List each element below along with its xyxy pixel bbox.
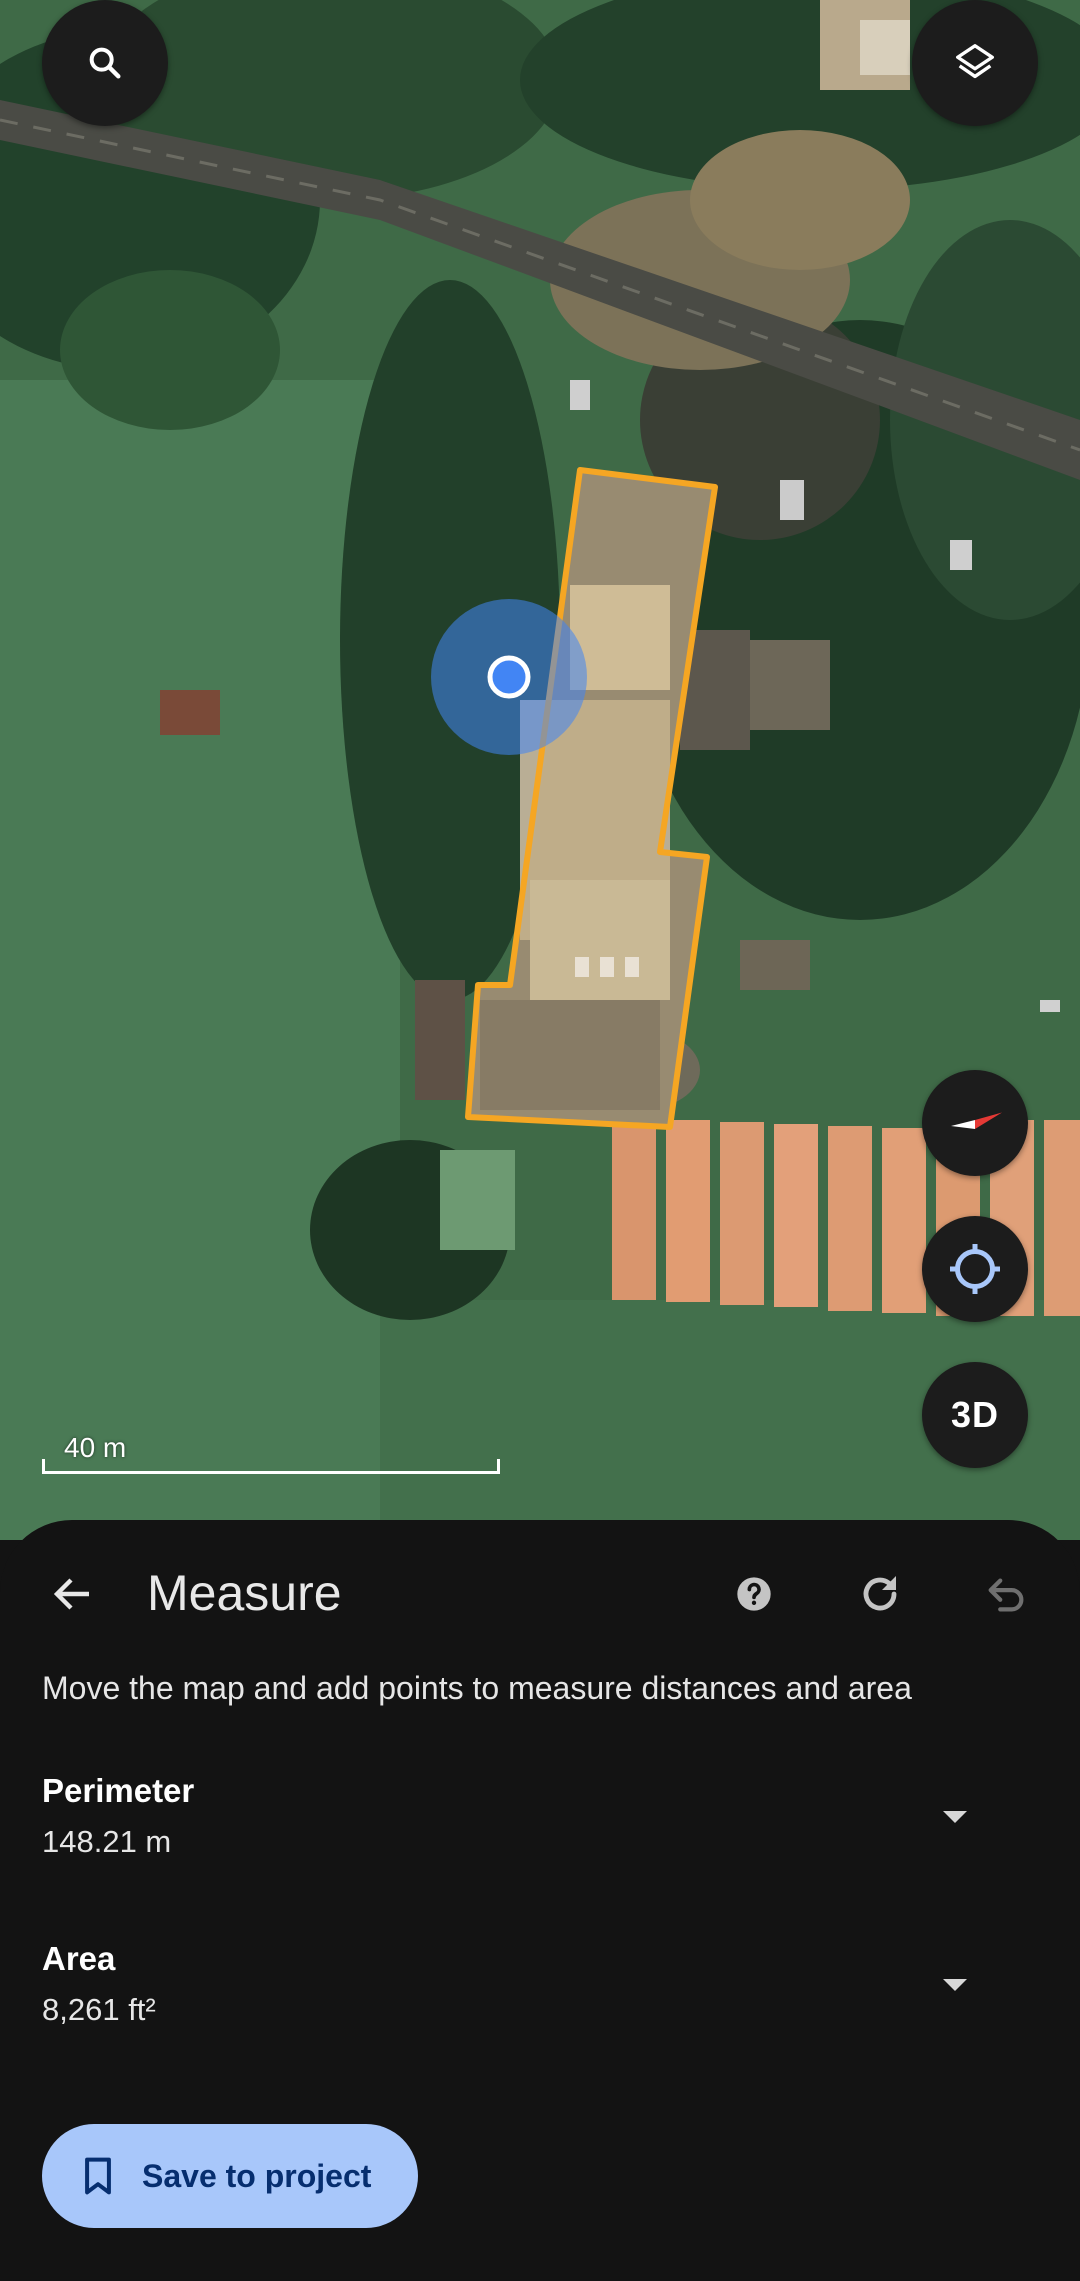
3d-label: 3D bbox=[950, 1394, 1000, 1435]
perimeter-unit-dropdown[interactable] bbox=[930, 1792, 980, 1842]
satellite-imagery bbox=[0, 0, 1080, 1540]
save-to-project-label: Save to project bbox=[142, 2157, 372, 2194]
area-unit-dropdown[interactable] bbox=[930, 1960, 980, 2010]
back-button[interactable] bbox=[33, 1554, 113, 1634]
instructions-text: Move the map and add points to measure d… bbox=[42, 1670, 912, 1706]
3d-toggle-button[interactable]: 3D bbox=[922, 1362, 1028, 1468]
perimeter-row[interactable]: Perimeter 148.21 m bbox=[0, 1772, 1080, 1892]
help-button[interactable] bbox=[714, 1554, 794, 1634]
area-row[interactable]: Area 8,261 ft² bbox=[0, 1940, 1080, 2060]
save-to-project-button[interactable]: Save to project bbox=[42, 2124, 418, 2228]
area-label: Area bbox=[42, 1940, 116, 1977]
dropdown-arrow-icon bbox=[943, 1979, 967, 1991]
perimeter-value: 148.21 m bbox=[42, 1824, 172, 1859]
help-icon bbox=[737, 1577, 771, 1611]
perimeter-label: Perimeter bbox=[42, 1772, 195, 1809]
measure-sheet: Measure Move the map and add points to m… bbox=[0, 1520, 1080, 2281]
undo-icon bbox=[988, 1578, 1024, 1612]
page-title: Measure bbox=[147, 1565, 342, 1621]
reset-button[interactable] bbox=[840, 1554, 920, 1634]
layers-button[interactable] bbox=[912, 0, 1038, 126]
scale-ruler bbox=[42, 1459, 500, 1474]
compass-icon bbox=[951, 1112, 1002, 1129]
undo-button[interactable] bbox=[966, 1554, 1046, 1634]
map-scale-bar: 40 m bbox=[42, 1430, 500, 1474]
bookmark-icon bbox=[80, 2156, 120, 2196]
area-value: 8,261 ft² bbox=[42, 1992, 156, 2027]
search-icon bbox=[89, 47, 121, 79]
my-location-button[interactable] bbox=[922, 1216, 1028, 1322]
arrow-back-icon bbox=[53, 1578, 89, 1610]
sheet-header: Measure bbox=[0, 1520, 1080, 1670]
location-dot bbox=[487, 655, 531, 699]
search-button[interactable] bbox=[42, 0, 168, 126]
layers-icon bbox=[956, 44, 994, 79]
my-location-icon bbox=[950, 1244, 1000, 1294]
dropdown-arrow-icon bbox=[943, 1811, 967, 1823]
compass-button[interactable] bbox=[922, 1070, 1028, 1176]
refresh-icon bbox=[863, 1576, 897, 1611]
satellite-map[interactable]: 3D 40 m bbox=[0, 0, 1080, 1540]
